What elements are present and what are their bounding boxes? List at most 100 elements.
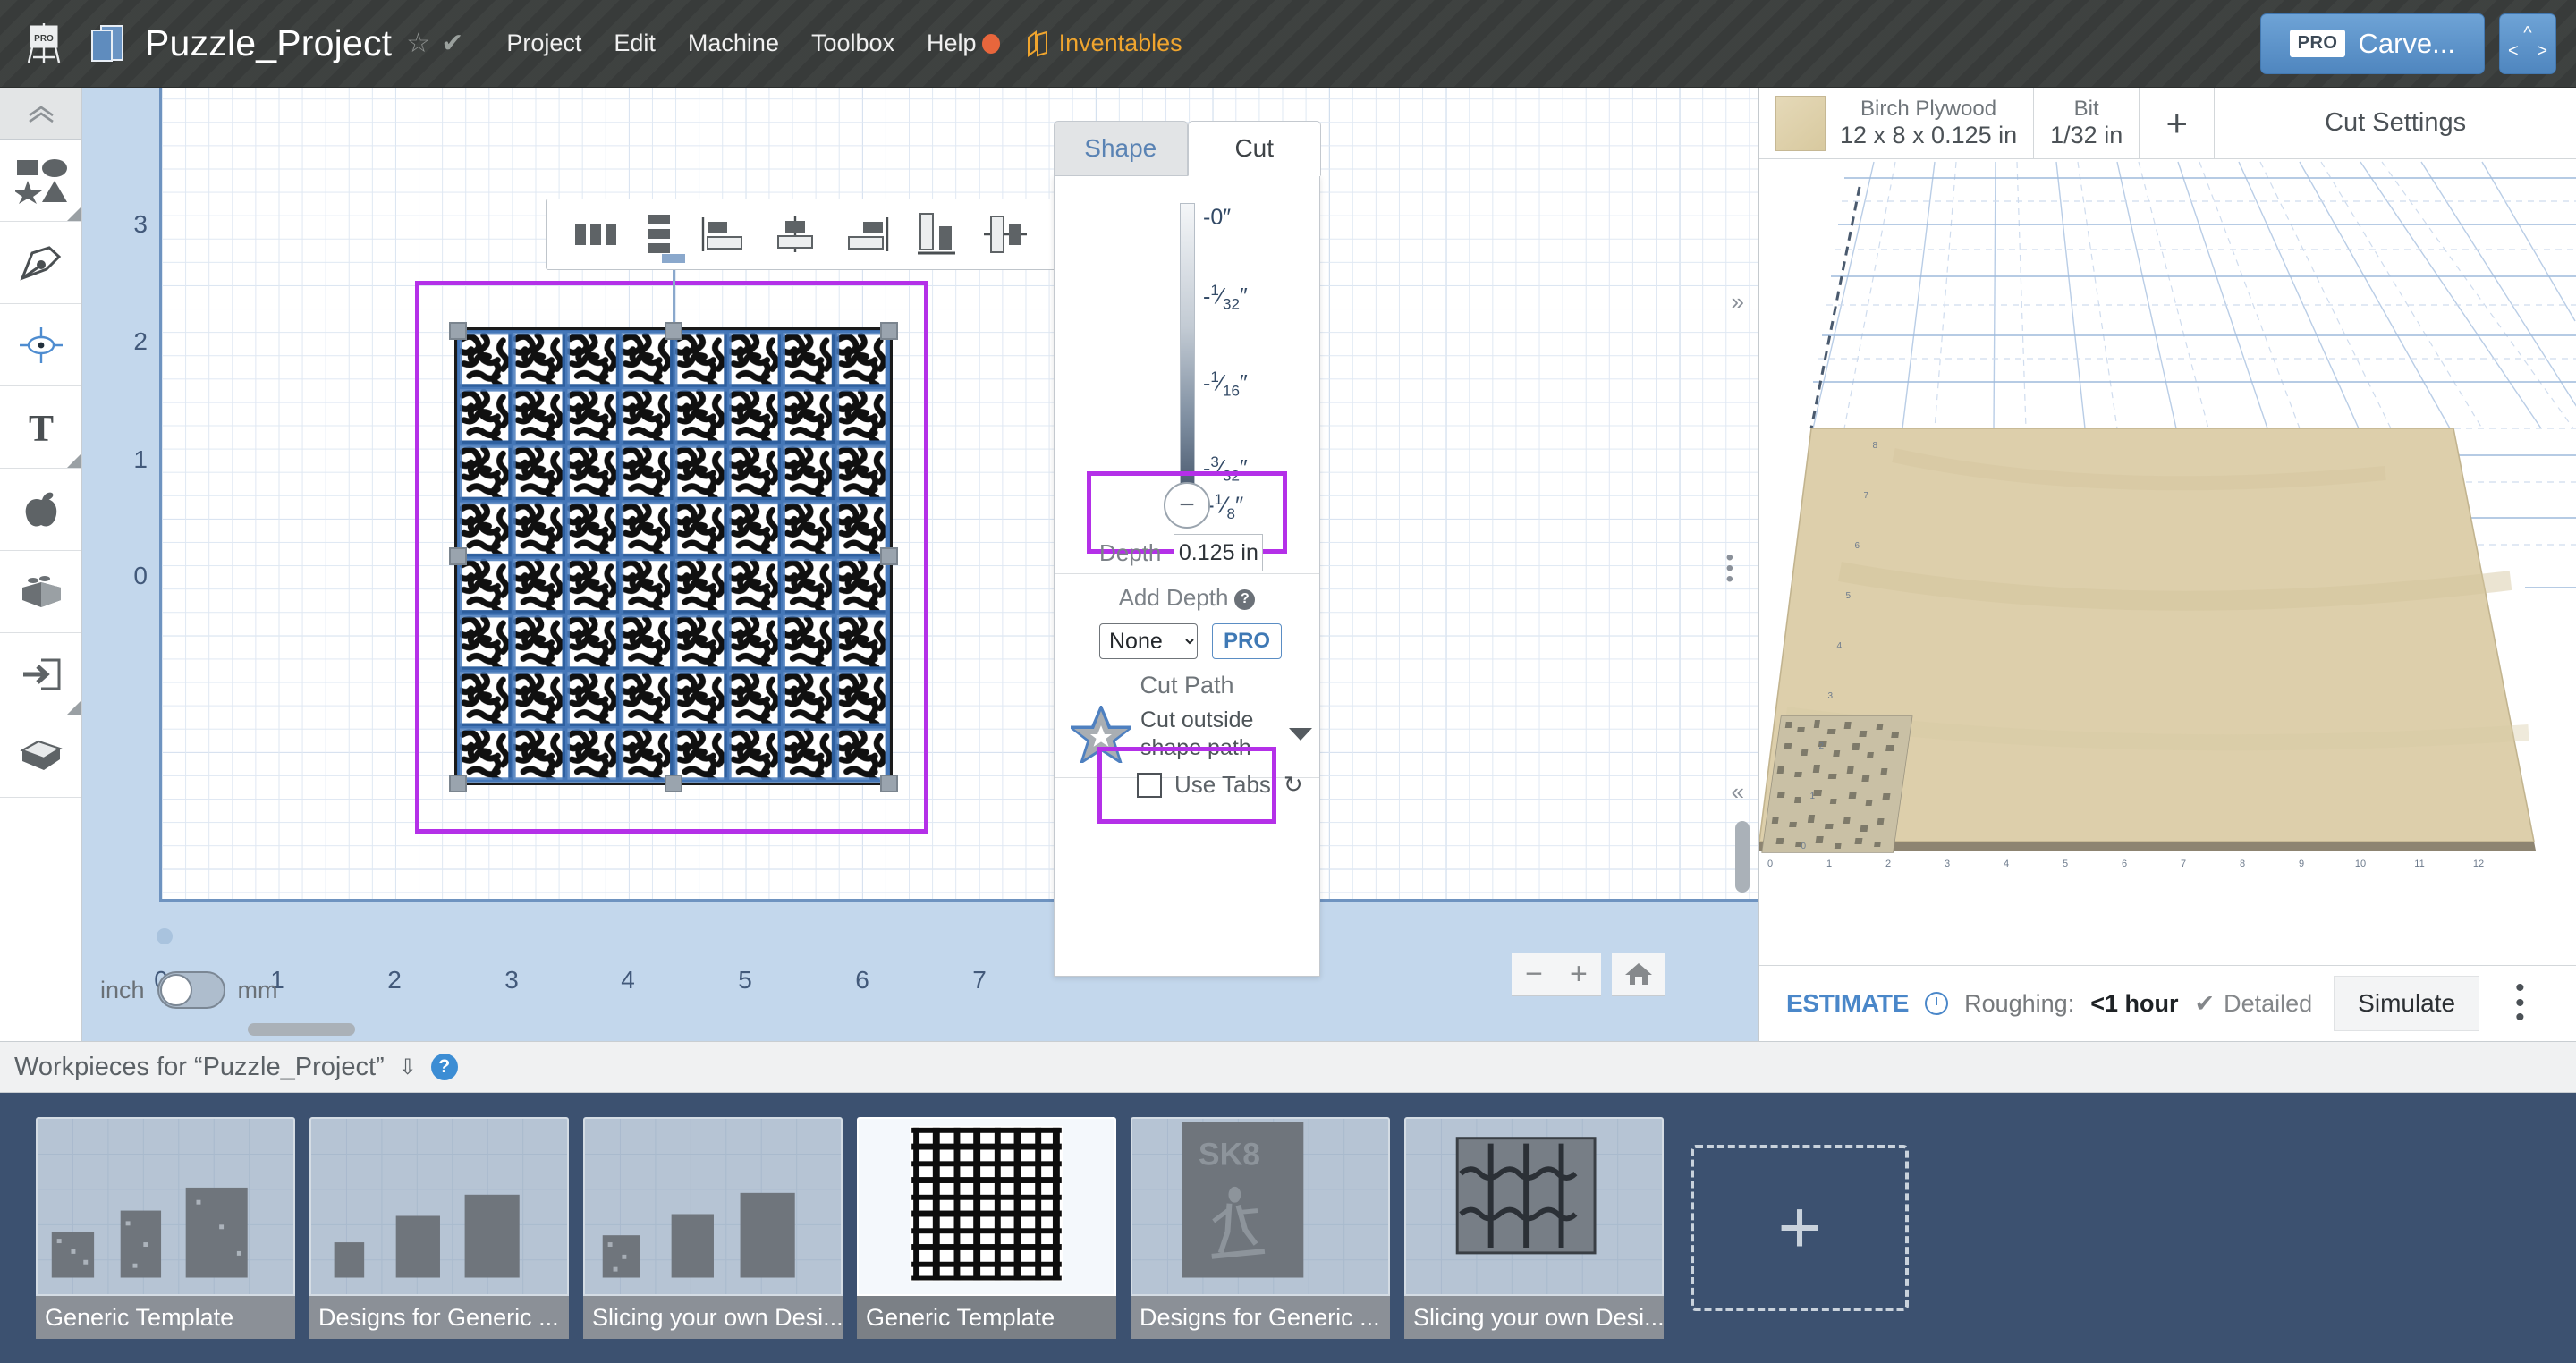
selected-shape[interactable] (454, 327, 893, 785)
zoom-in-icon[interactable]: + (1570, 957, 1588, 992)
inventables-brand[interactable]: Inventables (1025, 30, 1182, 57)
canvas-horizontal-scrollbar[interactable] (248, 1023, 355, 1036)
zoom-buttons[interactable]: − + (1512, 953, 1601, 996)
sidebar-item-origin[interactable] (0, 304, 81, 386)
svg-text:3: 3 (1827, 691, 1833, 701)
refresh-icon[interactable]: ↻ (1284, 771, 1303, 799)
resize-handle-se[interactable] (880, 775, 898, 792)
list-item[interactable]: SK8 Designs for Generic ... (1131, 1117, 1390, 1339)
bit-selector[interactable]: Bit 1/32 in (2034, 88, 2140, 158)
carve-button[interactable]: PRO Carve... (2259, 13, 2485, 74)
chevron-down-icon[interactable] (1289, 728, 1312, 741)
sidebar-item-shapes[interactable] (0, 140, 81, 222)
svg-text:SK8: SK8 (1199, 1136, 1260, 1172)
panel-resize-grip[interactable]: • • • (1726, 547, 1733, 590)
distribute-vertical-icon[interactable] (643, 213, 675, 256)
add-depth-select[interactable]: None (1099, 623, 1198, 659)
use-tabs-checkbox[interactable] (1137, 772, 1162, 798)
directional-pad-icon[interactable]: ^ < > (2499, 13, 2556, 74)
estimate-bar: ESTIMATE Roughing: <1 hour ✔ Detailed Si… (1759, 965, 2576, 1041)
menu-item-help[interactable]: Help (927, 30, 977, 57)
zoom-out-icon[interactable]: − (1525, 957, 1543, 992)
list-item[interactable]: Generic Template (36, 1117, 295, 1339)
sidebar-item-apps[interactable] (0, 469, 81, 551)
zoom-controls: − + (1512, 953, 1665, 996)
chevron-double-down-icon[interactable]: ⇩ (399, 1054, 417, 1080)
align-bottom-icon[interactable] (916, 211, 957, 258)
sidebar-item-lego[interactable] (0, 551, 81, 633)
design-canvas[interactable]: 3 2 1 0 0 1 2 3 4 5 6 7 (82, 88, 1758, 1041)
add-depth-pro-badge[interactable]: PRO (1212, 623, 1283, 659)
sidebar-item-text[interactable]: T (0, 386, 81, 469)
distribute-horizontal-icon[interactable] (573, 216, 618, 252)
svg-text:8: 8 (1872, 441, 1877, 451)
align-toolbar (546, 199, 1123, 270)
resize-handle-ne[interactable] (880, 322, 898, 340)
pro-easel-icon[interactable]: PRO (20, 21, 68, 67)
align-center-horizontal-icon[interactable] (772, 215, 818, 254)
sidebar-item-import[interactable] (0, 633, 81, 715)
align-right-icon[interactable] (844, 215, 891, 254)
detailed-status[interactable]: ✔ Detailed (2194, 990, 2312, 1018)
align-middle-vertical-icon[interactable] (982, 211, 1029, 258)
material-name: Birch Plywood (1860, 97, 1997, 121)
resize-handle-nw[interactable] (449, 322, 467, 340)
depth-input[interactable] (1174, 534, 1264, 571)
page-title: Puzzle_Project (145, 22, 393, 63)
simulate-button[interactable]: Simulate (2334, 976, 2480, 1031)
menu-item-toolbox[interactable]: Toolbox (811, 30, 894, 57)
tab-cut[interactable]: Cut (1187, 121, 1321, 176)
panel-tabs: Shape Cut (1054, 121, 1321, 176)
resize-handle-w[interactable] (449, 547, 467, 565)
question-mark-icon[interactable]: ? (430, 1054, 458, 1080)
list-item[interactable]: Slicing your own Desi... (583, 1117, 843, 1339)
canvas-vertical-scrollbar[interactable] (1735, 821, 1750, 893)
estimate-label: ESTIMATE (1786, 989, 1910, 1017)
tab-shape[interactable]: Shape (1054, 121, 1188, 176)
kebab-menu-icon[interactable]: • • • (2496, 975, 2545, 1031)
cut-settings-button[interactable]: Cut Settings (2215, 88, 2576, 158)
resize-handle-sw[interactable] (449, 775, 467, 792)
list-item[interactable]: Designs for Generic ... (309, 1117, 569, 1339)
list-item[interactable]: Slicing your own Desi... (1404, 1117, 1664, 1339)
favorite-star-icon[interactable]: ☆ (406, 28, 430, 59)
panel-expand-icon[interactable]: » (1732, 288, 1744, 316)
material-bar: Birch Plywood 12 x 8 x 0.125 in Bit 1/32… (1759, 88, 2576, 159)
notification-dot-icon[interactable] (981, 33, 1000, 54)
resize-handle-n[interactable] (665, 322, 682, 340)
thumb-art: SK8 (1132, 1119, 1388, 1294)
rotation-handle[interactable] (662, 254, 685, 263)
unit-toggle-switch[interactable] (157, 971, 225, 1009)
sidebar-item-3d[interactable] (0, 715, 81, 798)
panel-collapse-icon[interactable]: « (1732, 778, 1744, 806)
unit-toggle[interactable]: inch mm (100, 971, 278, 1009)
add-bit-button[interactable]: + (2140, 88, 2216, 158)
list-item-selected[interactable]: Generic Template (857, 1117, 1116, 1339)
ruler-y: 3 2 1 0 (82, 88, 158, 1041)
svg-text:6: 6 (2122, 859, 2127, 869)
workpiece-label: Designs for Generic ... (309, 1296, 569, 1339)
menu-item-edit[interactable]: Edit (614, 30, 656, 57)
material-selector[interactable]: Birch Plywood 12 x 8 x 0.125 in (1759, 88, 2035, 158)
ruler-y-tick: 3 (133, 210, 148, 238)
workpiece-label: Slicing your own Desi... (583, 1296, 843, 1339)
align-left-icon[interactable] (700, 215, 747, 254)
resize-handle-e[interactable] (880, 547, 898, 565)
depth-slider-track[interactable] (1180, 203, 1195, 498)
add-workpiece-button[interactable]: + (1690, 1145, 1909, 1311)
zoom-home-button[interactable] (1612, 953, 1665, 996)
three-d-preview[interactable]: 0123 4567 8 9 10 11 12 0123 45678 (1759, 160, 2576, 965)
depth-slider-knob[interactable]: − (1164, 482, 1210, 529)
toolbar-collapse-button[interactable] (0, 88, 81, 140)
shapes-icon (14, 158, 67, 204)
workpiece-label: Slicing your own Desi... (1404, 1296, 1664, 1339)
svg-text:3: 3 (1945, 859, 1950, 869)
question-mark-icon[interactable]: ? (1234, 588, 1256, 610)
resize-handle-s[interactable] (665, 775, 682, 792)
menu-item-machine[interactable]: Machine (688, 30, 779, 57)
sidebar-item-pen[interactable] (0, 222, 81, 304)
ruler-y-tick: 1 (133, 445, 148, 473)
text-tool-icon: T (28, 409, 53, 446)
box-3d-icon (19, 740, 63, 770)
menu-item-project[interactable]: Project (506, 30, 581, 57)
